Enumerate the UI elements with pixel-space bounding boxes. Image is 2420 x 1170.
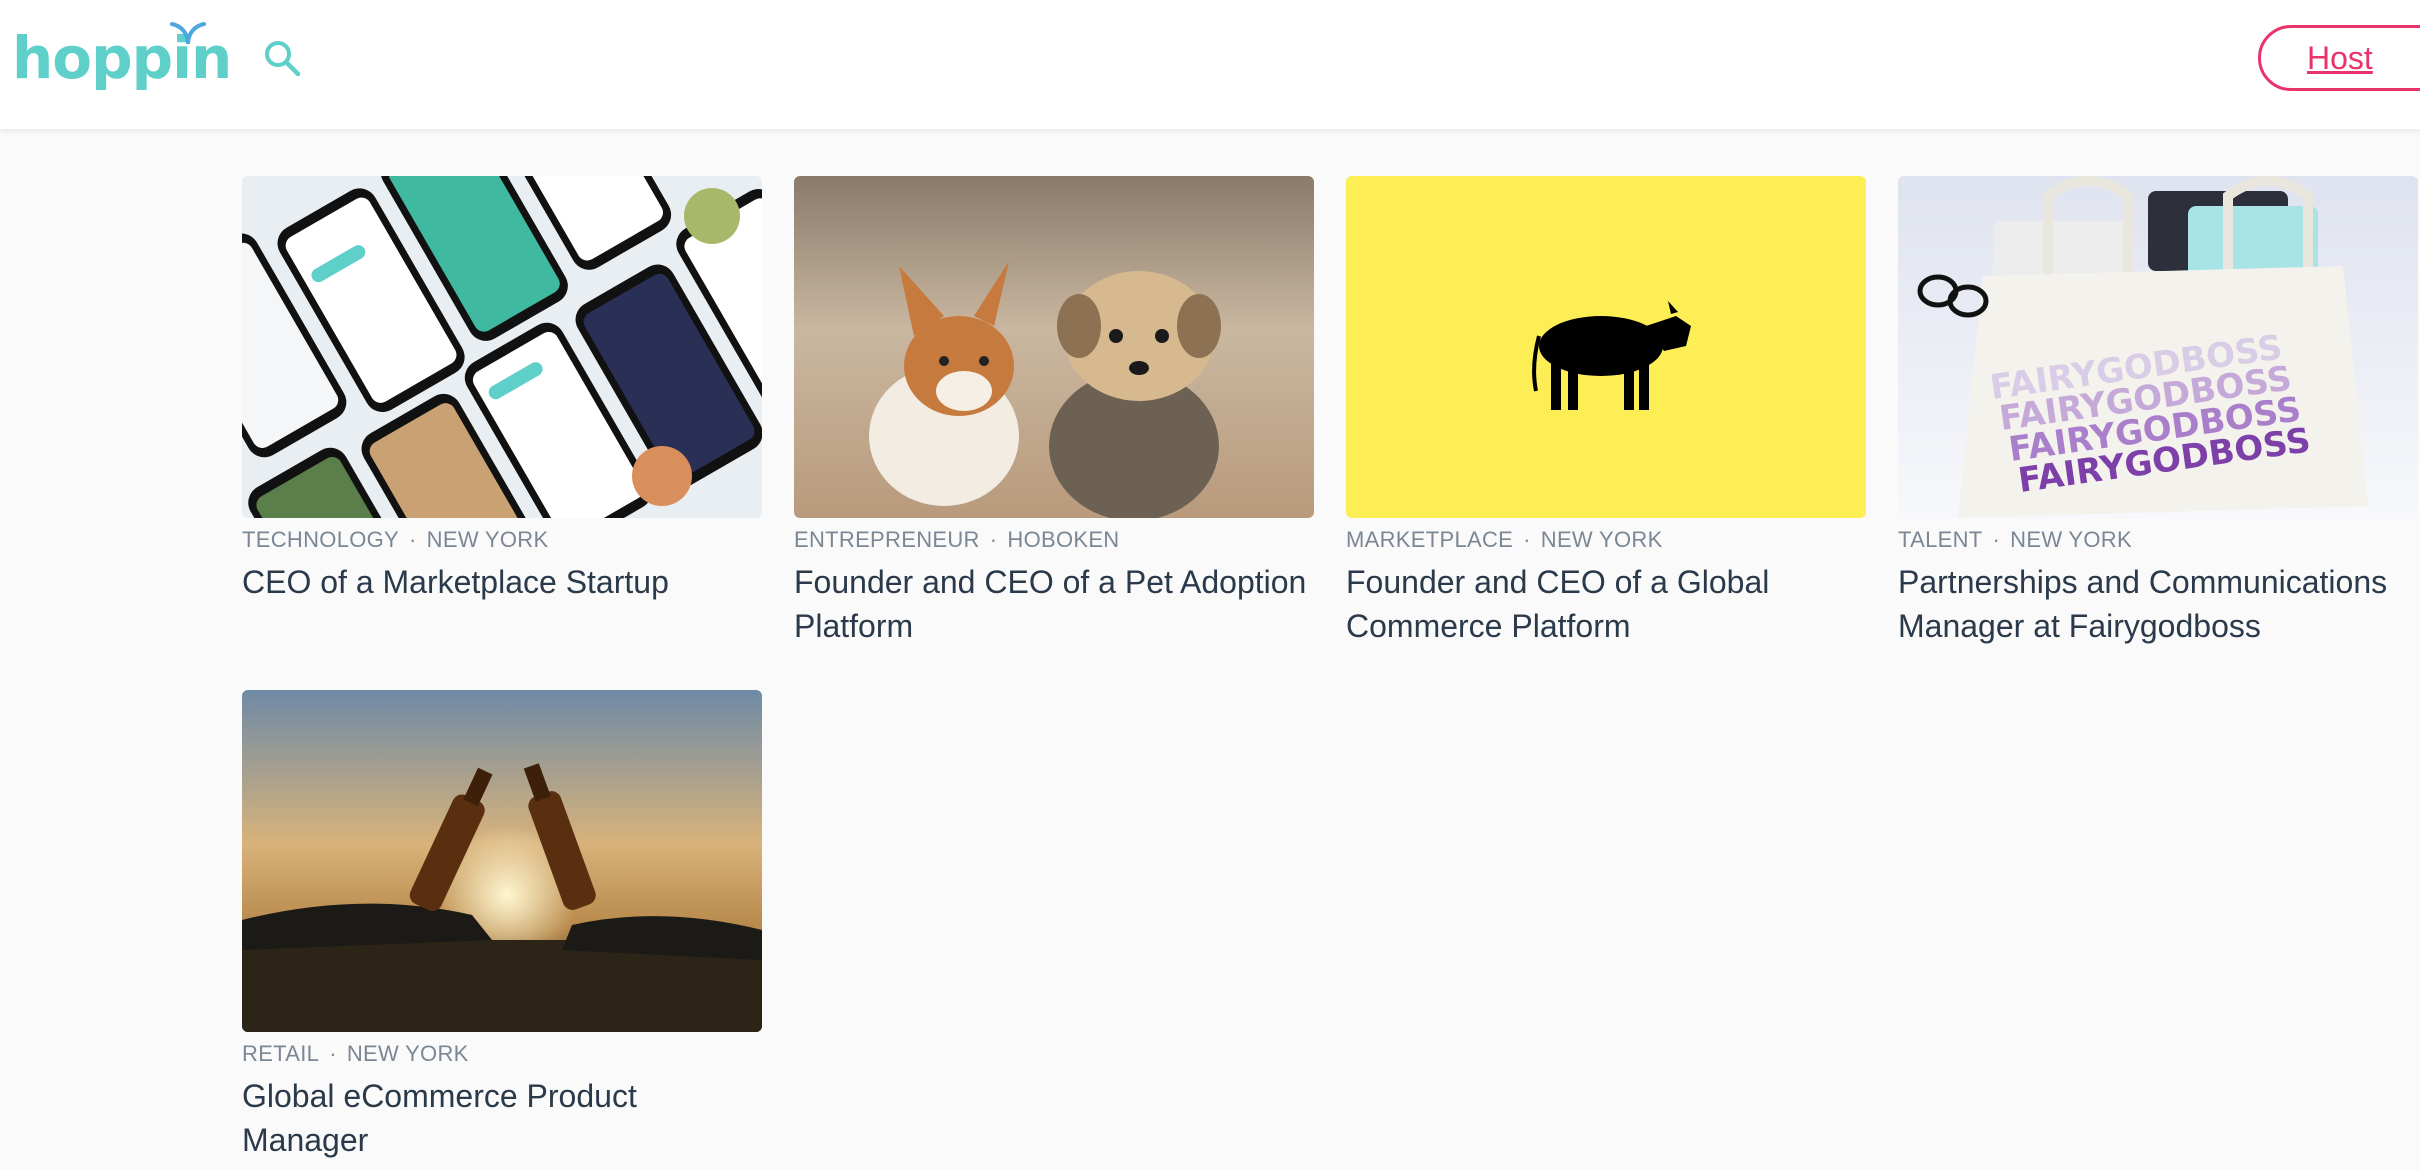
experience-card[interactable]: FAIRYGODBOSS FAIRYGODBOSS FAIRYGODBOSS F… [1898,176,2418,648]
card-location: NEW YORK [2010,527,2132,552]
card-category: TALENT [1898,527,1983,552]
experience-card[interactable]: RETAIL · NEW YORK Global eCommerce Product… [242,690,762,1162]
card-meta: ENTREPRENEUR · HOBOKEN [794,526,1314,554]
card-title[interactable]: Founder and CEO of a Pet Adoption Platfo… [794,560,1314,648]
card-category: ENTREPRENEUR [794,527,980,552]
search-icon[interactable] [262,38,302,78]
card-category: TECHNOLOGY [242,527,400,552]
card-meta: TALENT · NEW YORK [1898,526,2418,554]
card-location: NEW YORK [346,1041,469,1066]
experience-card[interactable]: TECHNOLOGY · NEW YORK CEO of a Marketplace… [242,176,762,604]
card-location: NEW YORK [426,527,549,552]
card-title[interactable]: Partnerships and Communications Manager … [1898,560,2418,648]
card-title[interactable]: Founder and CEO of a Global Commerce Pla… [1346,560,1866,648]
meta-separator: · [409,527,417,552]
card-category: RETAIL [242,1041,320,1066]
card-image-tote-bag: FAIRYGODBOSS FAIRYGODBOSS FAIRYGODBOSS F… [1898,176,2418,518]
card-image-sunset-toast [242,690,762,1032]
meta-separator: · [989,527,998,552]
meta-separator: · [1992,527,2001,552]
card-location: HOBOKEN [1007,527,1120,552]
card-category: MARKETPLACE [1346,527,1514,552]
card-title[interactable]: CEO of a Marketplace Startup [242,560,762,604]
experience-card[interactable]: ENTREPRENEUR · HOBOKEN Founder and CEO of … [794,176,1314,648]
meta-separator: · [1523,527,1531,552]
host-button[interactable]: Host [2258,25,2420,91]
card-image-dogs [794,176,1314,518]
card-image-phone-screens [242,176,762,518]
top-navigation-bar: hoppin Host [0,0,2420,129]
card-meta: RETAIL · NEW YORK [242,1040,762,1068]
logo-sprout-icon [170,22,206,44]
card-location: NEW YORK [1540,527,1663,552]
card-meta: MARKETPLACE · NEW YORK [1346,526,1866,554]
meta-separator: · [329,1041,337,1066]
experience-card[interactable]: MARKETPLACE · NEW YORK Founder and CEO of … [1346,176,1866,648]
card-image-cow [1346,176,1866,518]
card-meta: TECHNOLOGY · NEW YORK [242,526,762,554]
card-title[interactable]: Global eCommerce Product Manager [242,1074,762,1162]
